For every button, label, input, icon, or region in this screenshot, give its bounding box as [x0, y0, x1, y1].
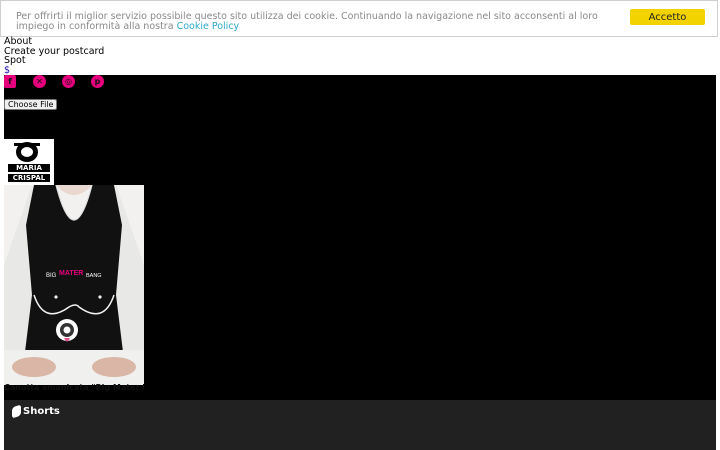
product-image[interactable]: BIG MATER BANG	[4, 185, 144, 385]
facebook-icon[interactable]: f	[4, 75, 16, 88]
cookie-policy-link[interactable]: Cookie Policy	[177, 21, 240, 32]
cookie-banner: Per offrirti il miglior servizio possibi…	[0, 0, 718, 37]
garment-text-mater: MATER	[59, 270, 83, 277]
cart-link[interactable]: $	[4, 66, 104, 76]
brand-name-line-1: MARIA	[8, 164, 50, 172]
main-nav: About Create your postcard Spot $	[4, 37, 104, 75]
social-links: f ✕ ◎ p	[4, 75, 120, 89]
choose-file-button[interactable]: Choose File	[4, 99, 58, 110]
pinterest-icon[interactable]: p	[91, 75, 104, 88]
product-photo: BIG MATER BANG	[4, 185, 144, 385]
cookie-message: Per offrirti il miglior servizio possibi…	[16, 11, 598, 32]
instagram-icon[interactable]: ◎	[62, 75, 75, 88]
brand-name-line-2: CRISPAL	[8, 174, 50, 182]
garment-text-big: BIG	[46, 273, 57, 279]
accept-cookies-button[interactable]: Accetto	[630, 9, 705, 25]
brand-logo[interactable]: MARIA CRISPAL	[4, 139, 54, 185]
eyelid-icon	[14, 143, 40, 146]
nav-item-spot[interactable]: Spot	[4, 56, 104, 66]
shorts-heading[interactable]: Shorts	[12, 404, 60, 419]
shorts-icon	[12, 404, 21, 419]
file-upload: Choose File	[4, 99, 58, 110]
cookie-banner-text: Per offrirti il miglior servizio possibi…	[16, 12, 606, 32]
garment-text-bang: BANG	[86, 273, 102, 279]
x-icon[interactable]: ✕	[33, 75, 46, 88]
shorts-section: Shorts	[4, 400, 716, 450]
product-caption[interactable]: Canotta smanicata "Big Mater Bang"	[4, 383, 144, 392]
shorts-label: Shorts	[23, 406, 60, 417]
